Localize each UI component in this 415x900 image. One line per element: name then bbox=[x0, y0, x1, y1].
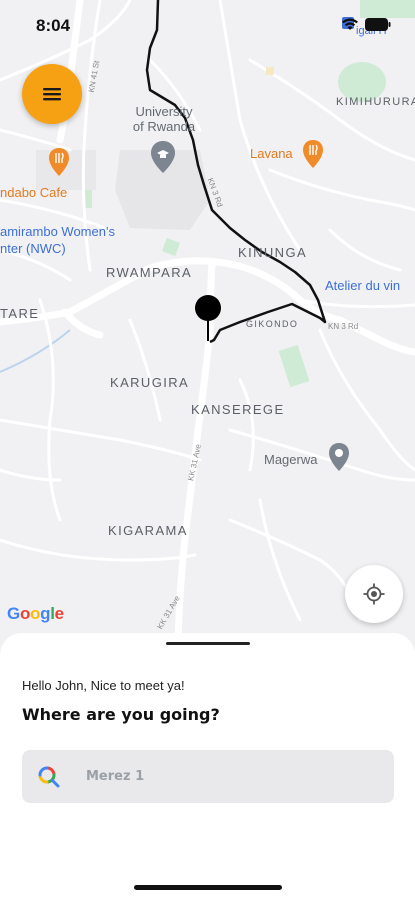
crosshair-location-icon bbox=[363, 583, 385, 605]
status-icons bbox=[341, 18, 391, 31]
cafe-pin-icon[interactable] bbox=[48, 148, 70, 176]
poi-label: Magerwa bbox=[264, 452, 318, 467]
poi-label: nter (NWC) bbox=[0, 241, 66, 256]
poi-label: Atelier du vin bbox=[325, 278, 401, 293]
area-label: KINUNGA bbox=[238, 245, 308, 260]
current-location-pin-icon bbox=[195, 295, 221, 341]
status-bar: 8:04 bbox=[0, 0, 415, 52]
street-label: KN 3 Rd bbox=[328, 322, 359, 331]
sheet-drag-handle[interactable] bbox=[166, 642, 250, 645]
area-label: KARUGIRA bbox=[110, 375, 190, 390]
google-logo-letter: e bbox=[54, 604, 64, 623]
locate-me-button[interactable] bbox=[345, 565, 403, 623]
google-logo: Google bbox=[7, 604, 64, 624]
destination-search-value: Merez 1 bbox=[86, 769, 145, 784]
restaurant-pin-icon[interactable] bbox=[302, 140, 324, 168]
google-logo-letter: o bbox=[19, 604, 31, 623]
area-label: KIMIHURURA bbox=[336, 96, 415, 108]
hamburger-menu-icon bbox=[43, 88, 61, 101]
menu-button[interactable] bbox=[22, 64, 82, 124]
search-icon bbox=[38, 766, 60, 787]
status-time: 8:04 bbox=[36, 16, 71, 35]
google-logo-letter: g bbox=[40, 604, 51, 623]
wifi-icon bbox=[341, 18, 359, 31]
poi-label: Lavana bbox=[250, 146, 293, 161]
home-indicator bbox=[134, 885, 282, 890]
area-label: TARE bbox=[0, 306, 40, 321]
google-logo-letter: o bbox=[30, 604, 41, 623]
poi-label: ndabo Cafe bbox=[0, 185, 68, 200]
area-label: KANSEREGE bbox=[191, 402, 285, 417]
small-poi-icon bbox=[266, 67, 274, 75]
destination-search-input[interactable]: Merez 1 bbox=[22, 750, 394, 803]
battery-icon bbox=[365, 18, 391, 31]
google-logo-letter: G bbox=[7, 604, 20, 623]
area-label: KIGARAMA bbox=[108, 523, 188, 538]
area-label: GIKONDO bbox=[246, 319, 299, 329]
poi-label-university: University of Rwanda bbox=[129, 104, 199, 134]
destination-question: Where are you going? bbox=[22, 705, 220, 724]
greeting-text: Hello John, Nice to meet ya! bbox=[22, 678, 185, 693]
poi-label-university-text: University of Rwanda bbox=[132, 104, 196, 134]
university-pin-icon[interactable] bbox=[150, 141, 176, 173]
destination-sheet: Hello John, Nice to meet ya! Where are y… bbox=[0, 633, 415, 900]
area-label: RWAMPARA bbox=[106, 265, 193, 280]
place-pin-icon[interactable] bbox=[328, 443, 350, 471]
poi-label: amirambo Women's bbox=[0, 224, 115, 239]
